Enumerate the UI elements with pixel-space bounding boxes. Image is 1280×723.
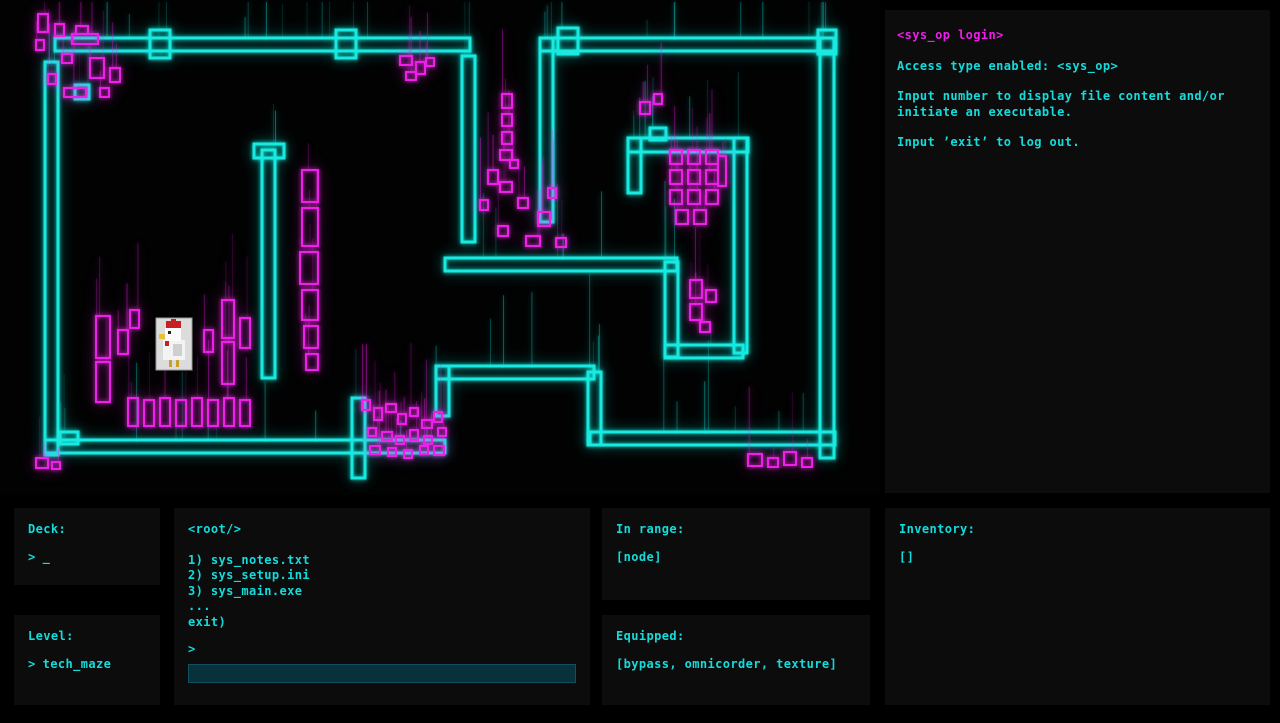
level-value-line: > tech_maze	[28, 657, 146, 673]
root-header: <root/>	[188, 522, 576, 538]
root-directory-panel: <root/> 1) sys_notes.txt2) sys_setup.ini…	[174, 508, 590, 705]
terminal-logout-hint: Input ’exit’ to log out.	[897, 135, 1258, 151]
file-list: 1) sys_notes.txt2) sys_setup.ini3) sys_m…	[188, 553, 576, 631]
deck-label: Deck:	[28, 522, 146, 538]
deck-prompt-chevron: >	[28, 550, 36, 564]
terminal-panel: <sys_op login> Access type enabled: <sys…	[885, 10, 1270, 493]
level-label: Level:	[28, 629, 146, 645]
file-list-item: 2) sys_setup.ini	[188, 568, 576, 584]
player-sprite	[156, 318, 192, 370]
terminal-instruction: Input number to display file content and…	[897, 89, 1258, 120]
terminal-login-header: <sys_op login>	[897, 28, 1258, 44]
level-prompt-chevron: >	[28, 657, 36, 671]
maze-canvas	[0, 0, 880, 495]
file-list-item: 3) sys_main.exe	[188, 584, 576, 600]
in-range-value: [node]	[616, 550, 856, 566]
deck-panel: Deck: >_	[14, 508, 160, 585]
file-list-item: 1) sys_notes.txt	[188, 553, 576, 569]
level-panel: Level: > tech_maze	[14, 615, 160, 705]
maze-viewport	[0, 0, 880, 495]
maze-cyan-layer	[45, 2, 836, 478]
inventory-label: Inventory:	[899, 522, 1256, 538]
equipped-label: Equipped:	[616, 629, 856, 645]
inventory-value: []	[899, 550, 1256, 566]
in-range-panel: In range: [node]	[602, 508, 870, 600]
equipped-panel: Equipped: [bypass, omnicorder, texture]	[602, 615, 870, 705]
terminal-access-line: Access type enabled: <sys_op>	[897, 59, 1258, 75]
deck-cursor: _	[43, 550, 51, 564]
equipped-value: [bypass, omnicorder, texture]	[616, 657, 856, 673]
command-input[interactable]	[188, 664, 576, 683]
file-list-item: exit)	[188, 615, 576, 631]
level-value: tech_maze	[43, 657, 112, 671]
file-list-item: ...	[188, 599, 576, 615]
deck-prompt-line[interactable]: >_	[28, 550, 146, 566]
root-prompt-chevron: >	[188, 642, 576, 658]
maze-magenta-layer	[36, 2, 812, 469]
inventory-panel: Inventory: []	[885, 508, 1270, 705]
in-range-label: In range:	[616, 522, 856, 538]
